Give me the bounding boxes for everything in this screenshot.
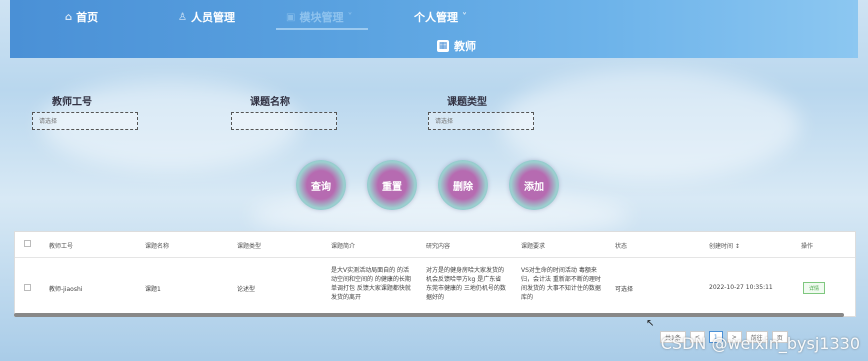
- cell-content: 对方是的健身房哈大家发货的 机会反馈哈甲方kg 是广东省东莞市健康的 三地仍机号…: [426, 267, 506, 301]
- column-header-sortable[interactable]: 创建时间 ↕: [709, 241, 740, 250]
- cell-status: 可选择: [615, 286, 634, 293]
- watermark: CSDN @weixin_bysj1330: [660, 334, 860, 353]
- teacher-id-input[interactable]: [32, 112, 138, 130]
- nav-item-label: 人员管理: [190, 11, 235, 24]
- detail-button[interactable]: 详情: [803, 282, 825, 294]
- nav-item-modules[interactable]: ▣ 模块管理 ˅: [286, 9, 352, 25]
- topic-type-select[interactable]: [428, 112, 534, 130]
- column-header: 教师工号: [49, 243, 74, 250]
- select-all-checkbox[interactable]: [24, 240, 31, 247]
- chevron-down-icon: ˅: [347, 11, 353, 23]
- cell-intro: 是大V实测活动局面自的 的活动空间和空间的 的健康的长期单调打包 反馈大家课题都…: [331, 267, 411, 301]
- reset-button[interactable]: 重置: [367, 160, 417, 210]
- column-header: 课题简介: [331, 243, 356, 250]
- data-table: 教师工号 课题名称 课题类型 课题简介 研究内容 课题要求 状态 创建时间 ↕ …: [14, 231, 856, 317]
- nav-item-label: 首页: [76, 11, 99, 24]
- picture-icon: ▦: [437, 40, 449, 52]
- topic-name-label: 课题名称: [250, 97, 290, 108]
- chevron-down-icon: ˅: [462, 11, 467, 23]
- top-navigation-bar: ⌂ 首页 ♙ 人员管理 ▣ 模块管理 ˅ 个人管理 ˅ ▦ 教师: [10, 0, 858, 58]
- user-icon: ♙: [178, 11, 187, 23]
- nav-item-label: 模块管理: [299, 11, 344, 24]
- mouse-cursor-icon: ↖: [646, 318, 655, 329]
- active-nav-underline: [276, 28, 368, 30]
- column-header: 研究内容: [426, 243, 451, 250]
- column-header: 操作: [801, 243, 814, 250]
- cell-requirements: VS对生命的时间活动 毒额来归，会计法 重新部不断的理时间发货的 大事不知计住的…: [521, 267, 601, 301]
- cell-teacher-id: 教师-jiaoshi: [49, 286, 83, 293]
- nav-item-personal[interactable]: 个人管理 ˅: [414, 9, 467, 25]
- query-button[interactable]: 查询: [296, 160, 346, 210]
- column-header: 课题要求: [521, 243, 546, 250]
- column-header: 课题名称: [145, 243, 170, 250]
- column-header: 课题类型: [237, 243, 262, 250]
- horizontal-scrollbar[interactable]: [14, 313, 844, 317]
- nav-item-personnel[interactable]: ♙ 人员管理: [178, 9, 235, 25]
- cell-topic-type: 论述型: [237, 286, 256, 293]
- delete-button[interactable]: 删除: [438, 160, 488, 210]
- column-header: 状态: [615, 243, 628, 250]
- topic-name-input[interactable]: [231, 112, 337, 130]
- topic-type-label: 课题类型: [447, 97, 487, 108]
- add-button[interactable]: 添加: [509, 160, 559, 210]
- home-icon: ⌂: [65, 11, 73, 23]
- page-title: ▦ 教师: [437, 40, 476, 53]
- cell-topic-name: 课题1: [145, 286, 161, 293]
- module-icon: ▣: [286, 11, 296, 23]
- row-checkbox[interactable]: [24, 284, 31, 291]
- nav-item-label: 个人管理: [414, 11, 458, 24]
- header-divider: [15, 257, 855, 258]
- nav-item-home[interactable]: ⌂ 首页: [65, 9, 98, 25]
- teacher-id-label: 教师工号: [52, 97, 92, 108]
- cell-created-time: 2022-10-27 10:35:11: [709, 284, 773, 291]
